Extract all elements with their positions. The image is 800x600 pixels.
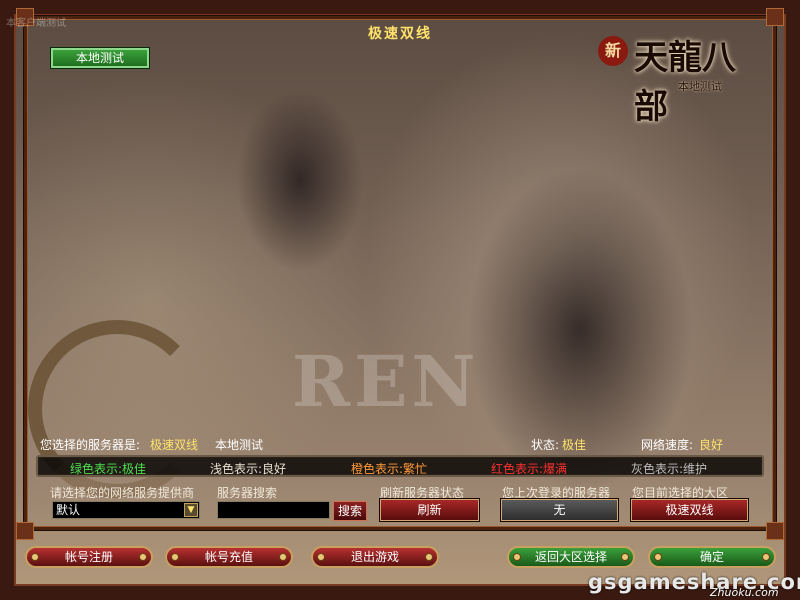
selected-server-label: 您选择的服务器是: (40, 438, 141, 452)
search-label: 服务器搜索 (217, 486, 278, 500)
speed-value: 良好 (699, 438, 724, 452)
selected-server-value: 极速双线 (150, 438, 199, 452)
game-logo: 新 天龍八部 本地测试 (598, 26, 768, 127)
register-account-button[interactable]: 帐号注册 (25, 546, 153, 568)
exit-game-button[interactable]: 退出游戏 (311, 546, 439, 568)
recharge-account-button[interactable]: 帐号充值 (165, 546, 293, 568)
frame-corner-ornament (16, 522, 34, 540)
logo-subtitle: 本地测试 (678, 80, 722, 93)
confirm-button[interactable]: 确定 (648, 546, 776, 568)
frame-corner-ornament (766, 522, 784, 540)
selected-server-extra: 本地测试 (215, 438, 264, 452)
chevron-down-icon[interactable]: ▼ (184, 503, 198, 517)
legend-item: 绿色表示:极佳 (70, 462, 147, 476)
back-to-region-button[interactable]: 返回大区选择 (507, 546, 635, 568)
current-region-button[interactable]: 极速双线 (630, 498, 749, 522)
speed-label: 网络速度: (641, 438, 694, 452)
logo-seal: 新 (598, 36, 628, 66)
server-search-input[interactable] (217, 501, 330, 519)
status-value: 极佳 (562, 438, 587, 452)
status-legend: 绿色表示:极佳 浅色表示:良好 橙色表示:繁忙 红色表示:爆满 灰色表示:维护 (36, 455, 764, 477)
isp-label: 请选择您的网络服务提供商 (50, 486, 195, 500)
refresh-button[interactable]: 刷新 (379, 498, 480, 522)
status-label: 状态: (531, 438, 560, 452)
server-button-local-test[interactable]: 本地测试 (50, 47, 150, 69)
legend-item: 红色表示:爆满 (491, 462, 568, 476)
search-button[interactable]: 搜索 (333, 501, 367, 521)
decorative-text: REN (292, 340, 480, 423)
isp-select[interactable]: 默认 ▼ (52, 501, 200, 519)
last-login-server[interactable]: 无 (500, 498, 619, 522)
legend-item: 橙色表示:繁忙 (351, 462, 428, 476)
isp-select-value: 默认 (56, 503, 81, 517)
legend-item: 浅色表示:良好 (210, 462, 287, 476)
legend-item: 灰色表示:维护 (631, 462, 708, 476)
site-watermark-small: Zhuoku.com (710, 586, 779, 599)
